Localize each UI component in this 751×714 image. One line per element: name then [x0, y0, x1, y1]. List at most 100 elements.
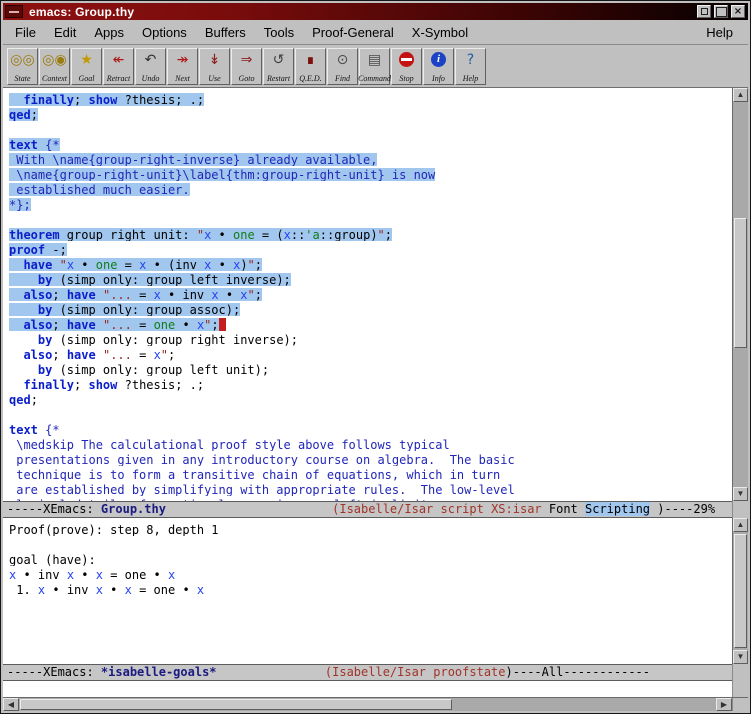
text-segment: (simp only: group_right_inverse);: [52, 333, 298, 346]
undo-icon: ↶: [145, 51, 157, 69]
command-label: Command: [358, 74, 391, 83]
use-button[interactable]: ↡Use: [199, 48, 230, 85]
scroll-up-icon[interactable]: [733, 88, 748, 102]
text-segment: ;: [31, 108, 38, 121]
goals-scrollbar-thumb[interactable]: [734, 534, 747, 648]
menu-buffers[interactable]: Buffers: [196, 22, 255, 43]
undo-label: Undo: [142, 74, 160, 83]
context-button[interactable]: ◎◉Context: [39, 48, 70, 85]
scroll-down-icon[interactable]: [733, 650, 748, 664]
state-button[interactable]: ◎◎ State: [7, 48, 38, 85]
text-segment: ...: [110, 318, 132, 331]
editor-scrollbar-trough[interactable]: [733, 102, 748, 487]
horizontal-scrollbar-trough[interactable]: [19, 698, 716, 711]
title-bar[interactable]: emacs: Group.thy: [3, 3, 748, 20]
text-segment: [9, 303, 38, 316]
text-segment: -;: [45, 243, 67, 256]
text-segment: = (: [255, 228, 284, 241]
text-segment: • inv: [45, 583, 96, 596]
text-segment: x: [197, 583, 204, 596]
retract-button[interactable]: ↞Retract: [103, 48, 134, 85]
stop-icon: [399, 51, 414, 69]
menu-file[interactable]: File: [6, 22, 45, 43]
scroll-down-icon[interactable]: [733, 487, 748, 501]
text-segment: [166, 502, 332, 516]
menu-edit[interactable]: Edit: [45, 22, 85, 43]
text-segment: ": [248, 288, 255, 301]
scroll-up-icon[interactable]: [733, 518, 748, 532]
qed-button[interactable]: ∎Q.E.D.: [295, 48, 326, 85]
text-segment: \name{group-right-unit}\label{thm:group-…: [9, 168, 435, 181]
text-segment: Scripting: [585, 502, 650, 516]
undo-button[interactable]: ↶ Undo: [135, 48, 166, 85]
text-segment: = one •: [103, 568, 168, 581]
maximize-button[interactable]: [714, 5, 728, 18]
text-segment: •: [211, 228, 233, 241]
menu-x-symbol[interactable]: X-Symbol: [403, 22, 477, 43]
editor-scrollbar-thumb[interactable]: [734, 218, 747, 349]
code-line: by (simp only: group_assoc);: [9, 301, 732, 316]
minimize-button[interactable]: [697, 5, 711, 18]
text-segment: =: [132, 288, 154, 301]
text-segment: ::: [291, 228, 305, 241]
modeline1-row: -----XEmacs: Group.thy (Isabelle/Isar sc…: [3, 501, 748, 518]
code-line: With \name{group-right-inverse} already …: [9, 151, 732, 166]
menu-options[interactable]: Options: [133, 22, 196, 43]
text-segment: [9, 318, 23, 331]
text-segment: ;: [385, 228, 392, 241]
goals-buffer[interactable]: Proof(prove): step 8, depth 1goal (have)…: [3, 518, 732, 664]
state-label: State: [15, 74, 31, 83]
restart-button[interactable]: ↺Restart: [263, 48, 294, 85]
text-segment: x: [96, 568, 103, 581]
text-segment: •: [74, 258, 96, 271]
menu-help[interactable]: Help: [694, 22, 745, 43]
text-segment: Group.thy: [101, 502, 166, 516]
text-segment: ): [240, 258, 247, 271]
text-segment: x: [154, 288, 161, 301]
goals-scrollbar-trough[interactable]: [733, 532, 748, 650]
command-button[interactable]: ▤Command: [359, 48, 390, 85]
menu-tools[interactable]: Tools: [255, 22, 303, 43]
goal-button[interactable]: ★Goal: [71, 48, 102, 85]
text-segment: •: [74, 568, 96, 581]
text-segment: (Isabelle/Isar script XS:isar: [332, 502, 542, 516]
editor-buffer[interactable]: finally; show ?thesis; .;qed;text {* Wit…: [3, 88, 732, 501]
text-segment: [9, 273, 38, 286]
modeline-goals: -----XEmacs: *isabelle-goals* (Isabelle/…: [3, 664, 732, 681]
goals-row: Proof(prove): step 8, depth 1goal (have)…: [3, 518, 748, 664]
scroll-left-icon[interactable]: [3, 698, 19, 711]
menu-proof-general[interactable]: Proof-General: [303, 22, 403, 43]
horizontal-scrollbar[interactable]: [3, 697, 748, 711]
close-button[interactable]: [731, 5, 745, 18]
text-segment: ;: [255, 288, 262, 301]
text-segment: [9, 363, 38, 376]
find-button[interactable]: ⊙Find: [327, 48, 358, 85]
goals-scrollbar[interactable]: [732, 518, 748, 664]
text-segment: ;: [74, 93, 88, 106]
system-menu-icon[interactable]: [5, 5, 23, 18]
text-segment: x: [168, 568, 175, 581]
text-segment: presentations given in any introductory …: [9, 453, 515, 466]
help-button[interactable]: ?Help: [455, 48, 486, 85]
xemacs-window: emacs: Group.thy FileEditAppsOptionsBuff…: [0, 0, 751, 714]
horizontal-scrollbar-thumb[interactable]: [20, 699, 452, 710]
text-segment: x: [240, 288, 247, 301]
stop-button[interactable]: Stop: [391, 48, 422, 85]
text-segment: \medskip The calculational proof style a…: [9, 438, 450, 451]
editor-scrollbar[interactable]: [732, 88, 748, 501]
menu-apps[interactable]: Apps: [85, 22, 133, 43]
info-button[interactable]: iInfo: [423, 48, 454, 85]
code-line: proof -;: [9, 241, 732, 256]
text-segment: ...: [110, 348, 132, 361]
scroll-right-icon[interactable]: [716, 698, 732, 711]
goal-icon: ★: [80, 51, 93, 69]
state-icon: ◎◎: [10, 51, 34, 69]
code-line: [9, 121, 732, 136]
text-segment: )----All------------: [506, 665, 651, 679]
minibuffer[interactable]: [3, 681, 732, 697]
goto-button[interactable]: ⇒Goto: [231, 48, 262, 85]
qed-label: Q.E.D.: [299, 74, 321, 83]
text-segment: • inv: [16, 568, 67, 581]
text-segment: x: [154, 348, 161, 361]
next-button[interactable]: ↠Next: [167, 48, 198, 85]
